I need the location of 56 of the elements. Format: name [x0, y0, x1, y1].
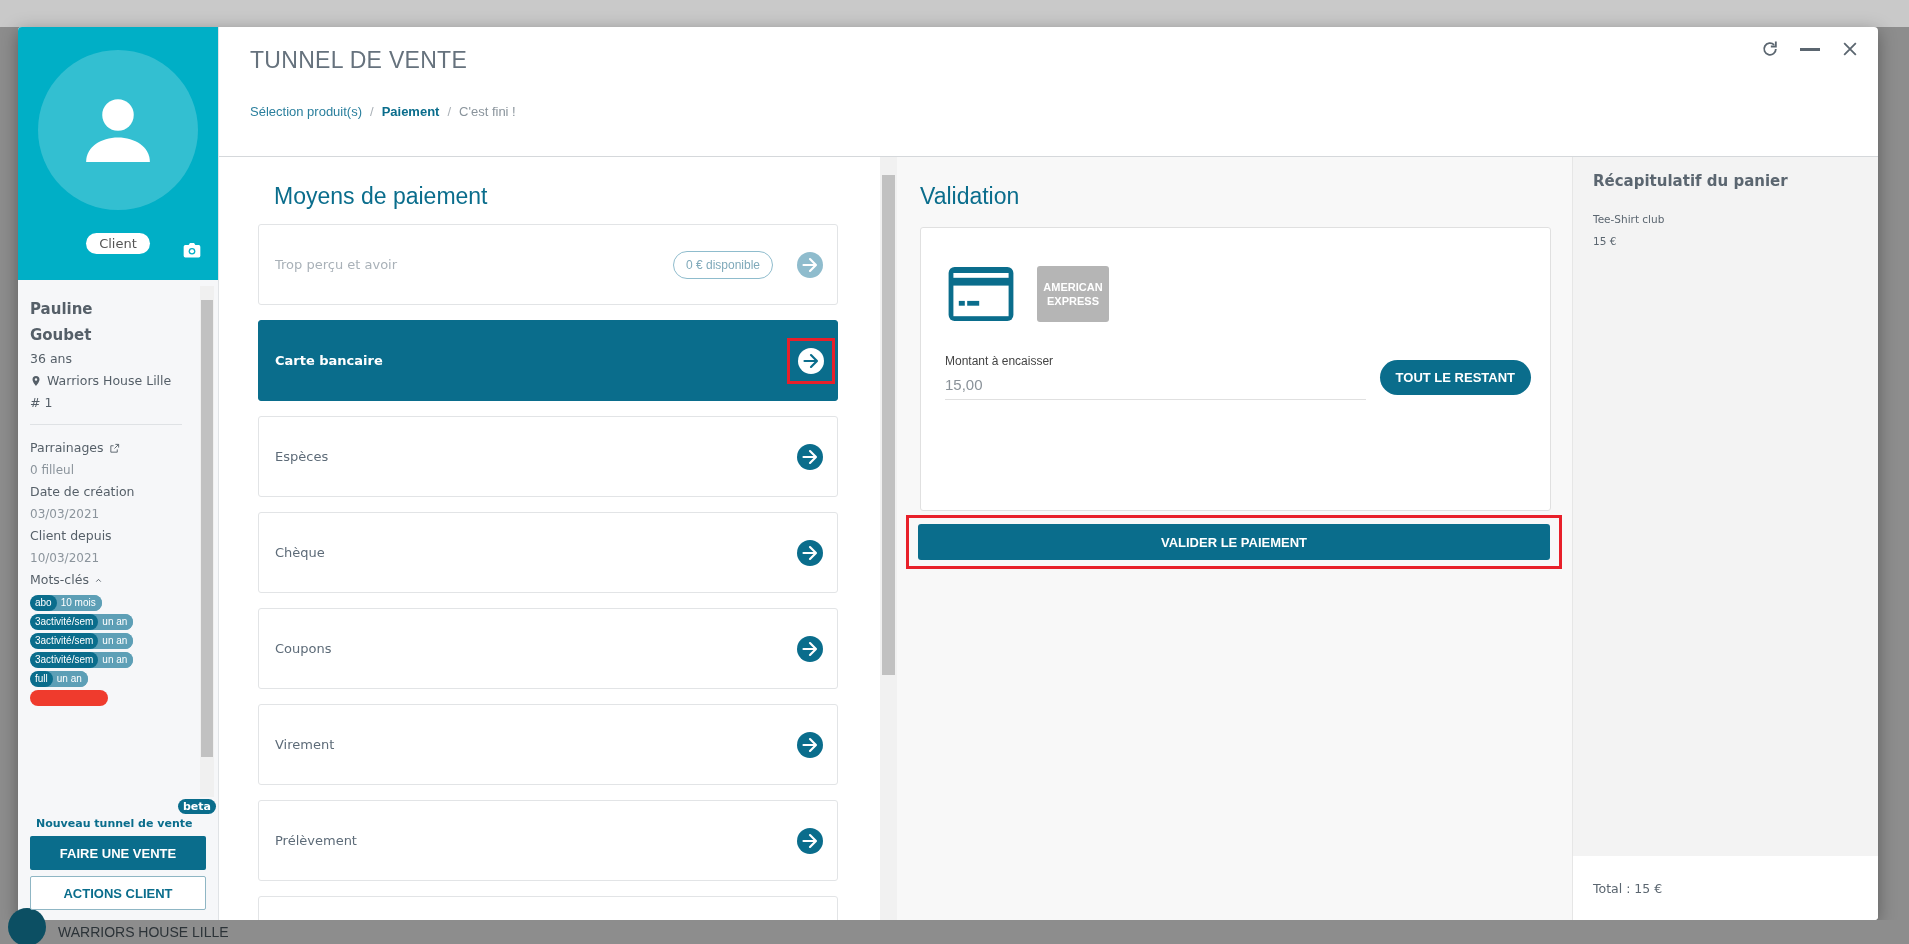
location-pin-icon: [30, 375, 42, 387]
field-label: Client depuis: [30, 527, 112, 545]
external-link-button[interactable]: [108, 442, 120, 454]
keyword-tag: 3activité/sem un an: [30, 614, 134, 630]
club-name: WARRIORS HOUSE LILLE: [58, 924, 229, 940]
refresh-icon: [1760, 39, 1780, 59]
breadcrumb-current[interactable]: Paiement: [381, 104, 440, 119]
payment-method-row[interactable]: Carte bancaire: [258, 320, 838, 401]
cart-heading: Récapitulatif du panier: [1593, 172, 1789, 190]
client-badge: Client: [86, 233, 150, 254]
payment-method-row[interactable]: Prélèvement: [258, 800, 838, 881]
make-sale-button[interactable]: FAIRE UNE VENTE: [30, 836, 206, 870]
keyword-tag: 3activité/sem un an: [30, 652, 134, 668]
client-first-name: Pauline: [30, 299, 94, 320]
modal-title: TUNNEL DE VENTE: [250, 46, 468, 74]
keywords-label: Mots-clés: [30, 571, 89, 589]
field-value: 0 filleul: [30, 462, 75, 479]
breadcrumb-separator: /: [370, 104, 374, 119]
scrollbar[interactable]: [200, 286, 214, 797]
keyword-tag: abo 10 mois: [30, 595, 102, 611]
validate-payment-button[interactable]: VALIDER LE PAIEMENT: [918, 524, 1550, 560]
field-label: Parrainages: [30, 439, 104, 457]
remaining-amount-button[interactable]: TOUT LE RESTANT: [1379, 359, 1531, 395]
section-heading: Moyens de paiement: [274, 183, 489, 210]
breadcrumb-separator: /: [447, 104, 452, 119]
payment-method-row[interactable]: Espèces: [258, 416, 838, 497]
keyword-tag: full un an: [30, 671, 88, 687]
amount-input[interactable]: 15,00: [945, 376, 1366, 400]
amount-label: Montant à encaisser: [945, 354, 1055, 368]
cart-total: Total : 15 €: [1593, 880, 1663, 896]
section-heading: Validation: [920, 183, 1021, 210]
payment-method-row[interactable]: Coupons: [258, 608, 838, 689]
external-link-icon: [108, 442, 120, 454]
field-value: 03/03/2021: [30, 506, 101, 523]
refresh-button[interactable]: [1760, 39, 1780, 59]
client-last-name: Goubet: [30, 325, 93, 346]
camera-icon[interactable]: [182, 240, 202, 260]
scrollbar[interactable]: [880, 157, 897, 920]
breadcrumb-link[interactable]: Sélection produit(s): [250, 104, 362, 119]
cart-item-price: 15 €: [1593, 234, 1618, 249]
client-location: Warriors House Lille: [47, 372, 172, 390]
payment-method-row: Trop perçu et avoir 0 € disponible: [258, 224, 838, 305]
keyword-tag: 3activité/sem un an: [30, 633, 134, 649]
beta-badge: beta: [178, 799, 216, 814]
breadcrumb-link: C'est fini !: [459, 104, 516, 119]
minimize-icon: [1800, 47, 1820, 51]
field-label: Date de création: [30, 483, 135, 501]
client-number: # 1: [30, 394, 54, 412]
cart-item-name: Tee-Shirt club: [1593, 212, 1666, 227]
payment-method-row[interactable]: Virement: [258, 704, 838, 785]
logo-circle: [8, 908, 46, 944]
client-actions-button[interactable]: ACTIONS CLIENT: [30, 876, 206, 910]
field-value: 10/03/2021: [30, 550, 101, 567]
client-age: 36 ans: [30, 350, 73, 368]
new-funnel-link[interactable]: Nouveau tunnel de vente: [30, 817, 206, 830]
payment-method-row[interactable]: Chèque: [258, 512, 838, 593]
